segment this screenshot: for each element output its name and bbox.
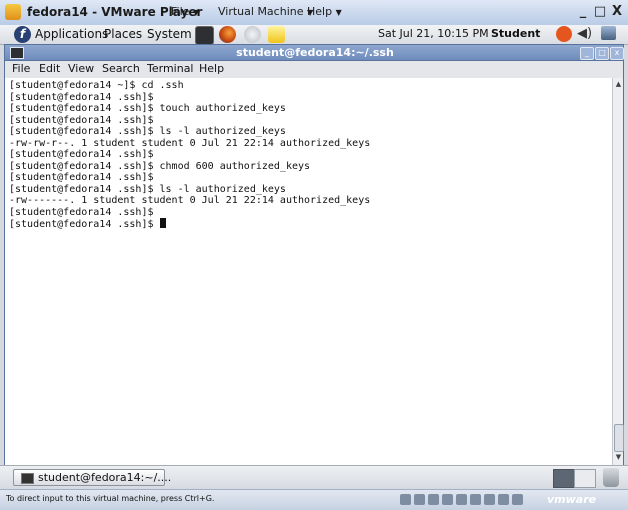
email-icon[interactable]: [244, 26, 261, 43]
fedora-logo-icon[interactable]: f: [14, 26, 31, 43]
scrollbar-thumb[interactable]: [614, 424, 624, 452]
terminal-menu-help[interactable]: Help: [199, 62, 224, 75]
vmware-app-icon: [5, 4, 21, 20]
chevron-down-icon: ▼: [335, 8, 342, 17]
maximize-button[interactable]: □: [592, 4, 608, 20]
vmware-logo: vmware: [547, 493, 597, 506]
terminal-menu-view[interactable]: View: [68, 62, 94, 75]
trash-icon[interactable]: [603, 468, 619, 487]
workspace-1-button[interactable]: [553, 469, 575, 488]
terminal-close-button[interactable]: x: [610, 47, 624, 60]
cd-drive-icon[interactable]: [414, 494, 425, 505]
vm-menu-file[interactable]: File ▼: [171, 5, 199, 18]
scroll-up-arrow-icon[interactable]: ▲: [613, 79, 624, 90]
vmware-status-bar: To direct input to this virtual machine,…: [0, 489, 628, 510]
message-icon[interactable]: [512, 494, 523, 505]
terminal-menu-edit[interactable]: Edit: [39, 62, 60, 75]
user-menu[interactable]: Student: [491, 27, 540, 40]
firefox-icon[interactable]: [219, 26, 236, 43]
workspace-2-button[interactable]: [574, 469, 596, 488]
sound-icon[interactable]: [470, 494, 481, 505]
taskbar-terminal-button[interactable]: student@fedora14:~/....: [13, 469, 171, 486]
usb-icon[interactable]: [456, 494, 467, 505]
vm-title-bar: fedora14 - VMware Player File ▼ Virtual …: [0, 0, 628, 26]
vm-menu-virtual-machine[interactable]: Virtual Machine ▼: [218, 5, 313, 18]
close-button[interactable]: X: [609, 4, 625, 20]
status-hint: To direct input to this virtual machine,…: [6, 494, 215, 503]
update-icon[interactable]: [556, 26, 572, 42]
terminal-launcher-icon[interactable]: [195, 26, 214, 45]
terminal-output-area[interactable]: [student@fedora14 ~]$ cd .ssh [student@f…: [4, 78, 612, 465]
system-menu[interactable]: System: [147, 27, 192, 41]
terminal-menu-search[interactable]: Search: [102, 62, 140, 75]
floppy-icon[interactable]: [428, 494, 439, 505]
terminal-output: [student@fedora14 ~]$ cd .ssh [student@f…: [9, 80, 371, 230]
gnome-top-panel: f Applications Places System Sat Jul 21,…: [0, 25, 628, 45]
applications-menu[interactable]: Applications: [35, 27, 108, 41]
printer-icon[interactable]: [484, 494, 495, 505]
terminal-text[interactable]: [student@fedora14 ~]$ cd .ssh [student@f…: [9, 80, 370, 231]
network-adapter-icon[interactable]: [442, 494, 453, 505]
terminal-menu-terminal[interactable]: Terminal: [147, 62, 194, 75]
clock[interactable]: Sat Jul 21, 10:15 PM: [378, 27, 489, 40]
notes-icon[interactable]: [268, 26, 285, 43]
volume-icon[interactable]: ◀): [577, 26, 592, 41]
chevron-down-icon: ▼: [192, 8, 200, 17]
network-icon[interactable]: [601, 26, 616, 40]
places-menu[interactable]: Places: [104, 27, 142, 41]
terminal-window-title: student@fedora14:~/.ssh: [236, 46, 394, 59]
gnome-bottom-panel: student@fedora14:~/....: [0, 465, 628, 490]
scroll-down-arrow-icon[interactable]: ▼: [613, 452, 624, 463]
terminal-scrollbar[interactable]: ▲ ▼: [612, 78, 624, 465]
minimize-button[interactable]: _: [575, 4, 591, 20]
display-icon[interactable]: [498, 494, 509, 505]
terminal-title-bar[interactable]: student@fedora14:~/.ssh _ □ x: [4, 44, 624, 61]
terminal-menu-file[interactable]: File: [12, 62, 30, 75]
terminal-icon: [21, 473, 34, 484]
terminal-menu-bar: File Edit View Search Terminal Help: [4, 61, 624, 78]
hard-disk-icon[interactable]: [400, 494, 411, 505]
terminal-maximize-button[interactable]: □: [595, 47, 609, 60]
taskbar-label: student@fedora14:~/....: [38, 471, 172, 484]
terminal-minimize-button[interactable]: _: [580, 47, 594, 60]
text-cursor: [159, 218, 166, 228]
vm-menu-help[interactable]: Help ▼: [307, 5, 342, 18]
